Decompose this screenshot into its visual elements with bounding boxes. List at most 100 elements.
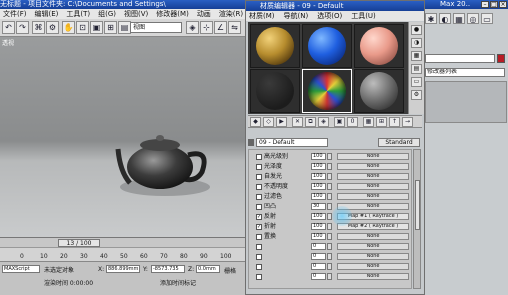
map-amount-spinner[interactable]: [327, 183, 332, 190]
scale-button[interactable]: ▣: [90, 21, 103, 34]
menu-edit[interactable]: 编辑(E): [32, 9, 64, 19]
map-amount-field[interactable]: 30: [311, 203, 326, 210]
angle-snap-button[interactable]: ∠: [214, 21, 227, 34]
snap-button[interactable]: ⊹: [200, 21, 213, 34]
map-slot-button[interactable]: None: [337, 193, 409, 200]
background-icon[interactable]: ▦: [411, 51, 422, 61]
close-icon[interactable]: ×: [499, 1, 507, 8]
create-tab-icon[interactable]: ✱: [425, 13, 437, 24]
map-slot-button[interactable]: None: [337, 263, 409, 270]
region-select-button[interactable]: ⊞: [104, 21, 117, 34]
modifier-list-select[interactable]: 修改器列表: [425, 68, 505, 77]
go-to-parent-icon[interactable]: ↑: [389, 117, 400, 127]
maps-scrollbar[interactable]: [413, 149, 421, 289]
make-unique-icon[interactable]: ◈: [318, 117, 329, 127]
map-slot-button[interactable]: None: [337, 243, 409, 250]
y-coord-field[interactable]: -8573.735: [151, 265, 185, 273]
material-name-field[interactable]: 09 - Default: [256, 138, 328, 147]
material-type-button[interactable]: Standard: [378, 138, 420, 147]
options-icon[interactable]: ⚙: [411, 90, 422, 100]
put-to-library-icon[interactable]: ▣: [334, 117, 345, 127]
map-enable-checkbox[interactable]: [256, 234, 262, 240]
undo-button[interactable]: ↶: [2, 21, 15, 34]
link-button[interactable]: ⌘: [32, 21, 45, 34]
sample-slot[interactable]: [250, 69, 300, 113]
track-bar[interactable]: 0 10 20 30 40 50 60 70 80 90 100: [0, 247, 250, 261]
map-amount-field[interactable]: 0: [311, 263, 326, 270]
map-enable-checkbox[interactable]: [256, 264, 262, 270]
map-enable-checkbox[interactable]: [256, 244, 262, 250]
show-end-result-icon[interactable]: ⊞: [376, 117, 387, 127]
map-amount-field[interactable]: 100: [311, 163, 326, 170]
map-amount-field[interactable]: 100: [311, 183, 326, 190]
map-amount-field[interactable]: 100: [311, 223, 326, 230]
map-amount-spinner[interactable]: [327, 233, 332, 240]
modifier-stack[interactable]: [425, 81, 507, 123]
map-amount-field[interactable]: 100: [311, 173, 326, 180]
menu-tools[interactable]: 工具(T): [63, 9, 95, 19]
map-enable-checkbox[interactable]: [256, 194, 262, 200]
map-slot-button[interactable]: None: [337, 253, 409, 260]
sample-slot[interactable]: [250, 24, 300, 68]
map-slot-button[interactable]: None: [337, 273, 409, 280]
map-amount-field[interactable]: 100: [311, 233, 326, 240]
sample-slot[interactable]: [354, 69, 404, 113]
pivot-button[interactable]: ◈: [186, 21, 199, 34]
video-check-icon[interactable]: ▭: [411, 77, 422, 87]
menu-group[interactable]: 组(G): [95, 9, 121, 19]
display-tab-icon[interactable]: ▭: [481, 13, 493, 24]
pick-material-icon[interactable]: [248, 139, 254, 146]
reset-material-icon[interactable]: ✕: [292, 117, 303, 127]
menu-views[interactable]: 视图(V): [121, 9, 153, 19]
map-enable-checkbox[interactable]: [256, 154, 262, 160]
copy-material-icon[interactable]: ⧉: [305, 117, 316, 127]
map-amount-spinner[interactable]: [327, 173, 332, 180]
reference-coord-select[interactable]: 视图: [130, 22, 182, 33]
maxscript-listener[interactable]: MAXScript: [2, 265, 40, 273]
map-amount-spinner[interactable]: [327, 273, 332, 280]
menu-rendering[interactable]: 渲染(R): [216, 9, 248, 19]
sample-type-icon[interactable]: ●: [411, 25, 422, 35]
uv-tiling-icon[interactable]: ▤: [411, 64, 422, 74]
menu-modifiers[interactable]: 修改器(M): [153, 9, 194, 19]
material-id-icon[interactable]: 0: [347, 117, 358, 127]
object-name-field[interactable]: [425, 54, 495, 63]
map-amount-spinner[interactable]: [327, 163, 332, 170]
map-enable-checkbox[interactable]: ✓: [256, 214, 262, 220]
put-to-scene-icon[interactable]: ◇: [263, 117, 274, 127]
map-enable-checkbox[interactable]: [256, 274, 262, 280]
map-enable-checkbox[interactable]: ✓: [256, 224, 262, 230]
map-amount-field[interactable]: 0: [311, 273, 326, 280]
map-amount-field[interactable]: 0: [311, 253, 326, 260]
backlight-icon[interactable]: ◑: [411, 38, 422, 48]
x-coord-field[interactable]: 886.899mm: [106, 265, 140, 273]
map-amount-field[interactable]: 100: [311, 213, 326, 220]
add-time-tag[interactable]: 添加时间标记: [160, 278, 196, 287]
time-slider[interactable]: 13 / 100: [58, 239, 100, 247]
modify-tab-icon[interactable]: ◐: [439, 13, 451, 24]
map-slot-button[interactable]: None: [337, 153, 409, 160]
map-amount-field[interactable]: 100: [311, 193, 326, 200]
map-amount-field[interactable]: 0: [311, 243, 326, 250]
me-menu-navigation[interactable]: 导航(N): [281, 11, 315, 21]
map-amount-spinner[interactable]: [327, 253, 332, 260]
map-enable-checkbox[interactable]: [256, 204, 262, 210]
me-menu-material[interactable]: 材质(M): [246, 11, 281, 21]
map-slot-button[interactable]: None: [337, 183, 409, 190]
sample-slot[interactable]: [302, 24, 352, 68]
map-amount-spinner[interactable]: [327, 203, 332, 210]
move-button[interactable]: ✋: [62, 21, 75, 34]
sample-slot[interactable]: [354, 24, 404, 68]
me-menu-options[interactable]: 选项(O): [314, 11, 348, 21]
map-enable-checkbox[interactable]: [256, 184, 262, 190]
select-button[interactable]: ⚙: [46, 21, 59, 34]
show-map-icon[interactable]: ▦: [363, 117, 374, 127]
map-enable-checkbox[interactable]: [256, 174, 262, 180]
perspective-viewport[interactable]: 透视: [0, 37, 250, 237]
map-amount-spinner[interactable]: [327, 193, 332, 200]
map-enable-checkbox[interactable]: [256, 254, 262, 260]
map-amount-spinner[interactable]: [327, 153, 332, 160]
map-amount-spinner[interactable]: [327, 263, 332, 270]
hierarchy-tab-icon[interactable]: ▦: [453, 13, 465, 24]
minimize-icon[interactable]: –: [481, 1, 489, 8]
